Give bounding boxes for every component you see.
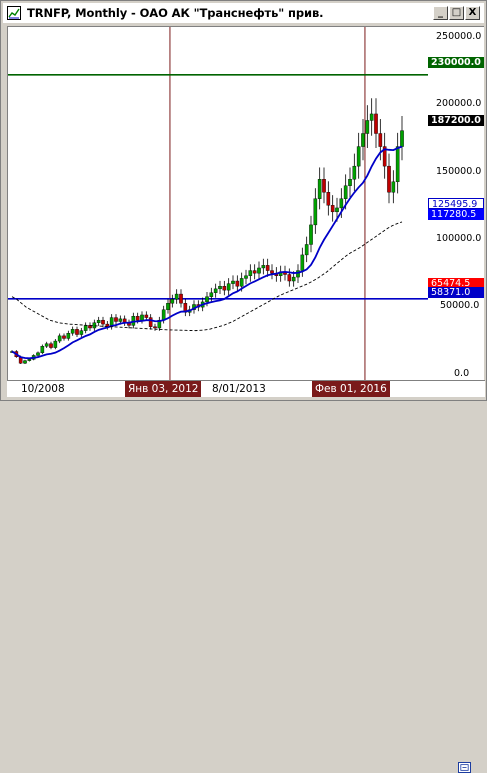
candle-body <box>44 343 49 347</box>
candle-body <box>226 283 231 291</box>
candle-body <box>348 178 352 186</box>
candle-body <box>261 265 266 269</box>
candle-body <box>248 270 253 276</box>
minimize-button[interactable]: _ <box>433 6 448 20</box>
tick-label: 100000.0 <box>436 233 482 244</box>
time-label: 10/2008 <box>21 383 65 395</box>
candle-body <box>57 335 62 342</box>
candle-body <box>239 278 244 287</box>
candle-body <box>79 330 84 335</box>
ma-fast-tag: 117280.5 <box>428 209 484 220</box>
candle-body <box>209 292 214 297</box>
candle-body <box>170 299 175 304</box>
tick-label: 150000.0 <box>436 166 482 177</box>
level-high-tag: 230000.0 <box>428 57 484 68</box>
candle-body <box>101 319 105 325</box>
candle-body <box>330 205 335 213</box>
candle-body <box>153 326 157 329</box>
candle-body <box>49 343 53 348</box>
candle-body <box>135 316 140 321</box>
candle-body <box>387 165 391 193</box>
candle-body <box>395 146 400 183</box>
candle-body <box>174 293 179 300</box>
candle-body <box>144 314 149 318</box>
candle-body <box>161 309 166 321</box>
candle-body <box>304 244 309 256</box>
candle-body <box>40 346 45 354</box>
candle-body <box>83 325 88 331</box>
candle-body <box>23 360 27 364</box>
candle-body <box>96 319 101 323</box>
chart-window-icon <box>7 6 21 20</box>
tick-label: 0.0 <box>454 368 470 379</box>
candle-body <box>317 178 322 199</box>
candle-body <box>343 185 348 199</box>
candle-body <box>309 224 313 245</box>
time-label: 8/01/2013 <box>212 383 266 395</box>
price-chart <box>8 27 428 381</box>
candle-body <box>218 286 222 290</box>
candle-body <box>391 181 396 193</box>
chart-plot-area[interactable] <box>7 26 428 381</box>
level-low-tag: 58371.0 <box>428 287 484 298</box>
candle-body <box>365 120 370 134</box>
candle-body <box>326 192 331 206</box>
candle-body <box>231 280 235 284</box>
candle-body <box>300 254 305 271</box>
candle-body <box>322 178 326 193</box>
title-bar[interactable]: TRNFP, Monthly - ОАО АК "Транснефть" при… <box>3 3 484 23</box>
ma-fast-line <box>11 221 403 332</box>
close-button[interactable]: X <box>465 6 480 20</box>
candle-body <box>313 198 318 226</box>
candle-body <box>148 317 153 327</box>
maximize-button[interactable]: □ <box>449 6 464 20</box>
ma-slow-line <box>11 145 403 360</box>
candle-body <box>66 333 71 339</box>
candle-body <box>235 280 240 287</box>
candle-body <box>179 293 183 304</box>
tick-label: 200000.0 <box>436 98 482 109</box>
tick-label: 50000.0 <box>440 300 480 311</box>
candle-body <box>114 317 118 322</box>
candle-body <box>62 335 66 339</box>
candle-body <box>140 314 144 321</box>
candle-body <box>339 198 344 209</box>
window-title: TRNFP, Monthly - ОАО АК "Транснефть" при… <box>27 6 324 20</box>
candle-body <box>118 318 123 322</box>
candle-body <box>27 359 32 361</box>
candle-body <box>369 113 374 121</box>
candle-body <box>205 296 209 303</box>
candle-body <box>265 265 270 271</box>
time-marker-label: Фев 01, 2016 <box>312 381 390 397</box>
candle-body <box>356 146 361 167</box>
tick-label: 250000.0 <box>436 31 482 42</box>
last-price-tag: 187200.0 <box>428 115 484 126</box>
candle-body <box>166 303 170 310</box>
candle-body <box>400 130 404 147</box>
candle-body <box>213 288 218 293</box>
candle-body <box>361 133 365 147</box>
candle-body <box>374 113 378 134</box>
chart-window: TRNFP, Monthly - ОАО АК "Транснефть" при… <box>0 0 487 773</box>
candle-body <box>270 270 274 274</box>
time-marker-label: Янв 03, 2012 <box>125 381 202 397</box>
candle-body <box>257 267 261 274</box>
candle-body <box>36 352 40 356</box>
candle-body <box>53 340 58 348</box>
candle-body <box>287 274 292 282</box>
candle-body <box>291 276 296 282</box>
candle-body <box>92 322 97 329</box>
time-axis[interactable]: 10/2008 Янв 03, 2012 8/01/2013 Фев 01, 2… <box>7 380 485 773</box>
ma-slow-tag: 125495.9 <box>428 198 484 210</box>
scroll-end-icon[interactable] <box>458 762 471 773</box>
candle-body <box>352 165 357 180</box>
candle-body <box>70 329 75 334</box>
candle-body <box>252 270 257 274</box>
candle-body <box>244 275 248 279</box>
candle-body <box>335 207 339 213</box>
candle-body <box>378 133 383 147</box>
candle-body <box>222 286 227 291</box>
candle-body <box>75 329 79 335</box>
